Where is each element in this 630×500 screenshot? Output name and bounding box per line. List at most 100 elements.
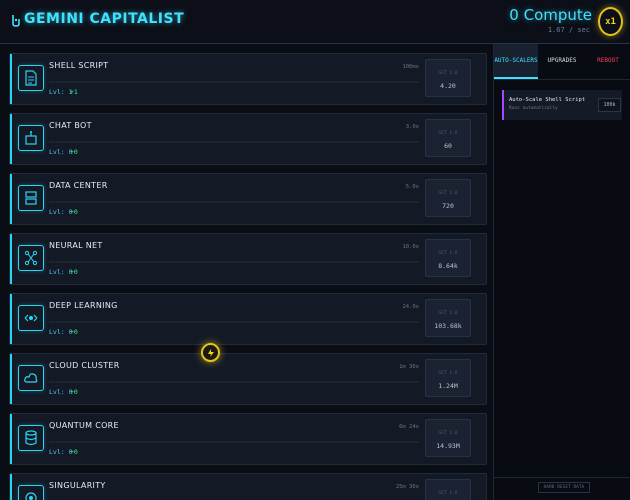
target-icon xyxy=(18,485,44,500)
generator-level: Lvl: 0 xyxy=(49,208,73,216)
buy-cost: 1.24M xyxy=(438,382,458,390)
logo-icon xyxy=(12,15,20,27)
generator-name: SHELL SCRIPT xyxy=(49,61,109,70)
generator-time: 10.0s xyxy=(402,244,419,250)
progress-bar xyxy=(49,201,419,203)
buy-multiplier-button[interactable]: x1 xyxy=(598,7,623,36)
generator-card-neural-net[interactable]: NEURAL NET 10.0s Lvl: 0 +0 GET 1.0 8.64k xyxy=(9,233,487,285)
generator-list: SHELL SCRIPT 100ms Lvl: 1 +1 GET 1.0 4.2… xyxy=(0,44,492,500)
upgrade-title: Auto-Scale Shell Script xyxy=(509,97,586,103)
generator-level-gain: +1 xyxy=(70,88,78,96)
generator-card-singularity[interactable]: SINGULARITY 25m 36s GET 1.0 xyxy=(9,473,487,500)
buy-cost: 103.68k xyxy=(434,322,462,330)
cloud-icon xyxy=(18,365,44,391)
sidebar: AUTO-SCALERS UPGRADES REBOOT Auto-Scale … xyxy=(493,44,630,500)
card-accent xyxy=(10,414,12,464)
buy-cost: 60 xyxy=(444,142,452,150)
card-accent xyxy=(10,234,12,284)
generator-level-gain: +0 xyxy=(70,208,78,216)
tab-reboot[interactable]: REBOOT xyxy=(586,44,630,77)
card-accent xyxy=(10,54,12,104)
robot-icon xyxy=(18,125,44,151)
card-accent xyxy=(10,474,12,500)
generator-level: Lvl: 0 xyxy=(49,268,73,276)
generator-name: CHAT BOT xyxy=(49,121,92,130)
buy-label: GET 1.0 xyxy=(438,311,458,316)
generator-level-gain: +0 xyxy=(70,388,78,396)
card-accent xyxy=(10,294,12,344)
document-icon xyxy=(18,65,44,91)
generator-level: Lvl: 0 xyxy=(49,328,73,336)
upgrade-card-auto-scale-shell-script[interactable]: Auto-Scale Shell Script Runs automatical… xyxy=(502,90,622,120)
progress-bar xyxy=(49,81,419,83)
generator-time: 100ms xyxy=(402,64,419,70)
generator-time: 5.0s xyxy=(405,184,419,190)
generator-level: Lvl: 1 xyxy=(49,88,73,96)
generator-level-gain: +0 xyxy=(70,328,78,336)
network-icon xyxy=(18,245,44,271)
generator-level-gain: +0 xyxy=(70,448,78,456)
tab-upgrades[interactable]: UPGRADES xyxy=(540,44,584,77)
card-accent xyxy=(10,114,12,164)
bonus-drop-icon[interactable] xyxy=(201,343,220,362)
buy-button[interactable]: GET 1.0 8.64k xyxy=(425,239,471,277)
buy-button[interactable]: GET 1.0 xyxy=(425,479,471,500)
generator-time: 1m 36s xyxy=(399,364,419,370)
buy-cost: 14.93M xyxy=(436,442,460,450)
upgrade-subtitle: Runs automatically xyxy=(509,106,558,111)
buy-label: GET 1.0 xyxy=(438,431,458,436)
generator-level-gain: +0 xyxy=(70,148,78,156)
footer-divider xyxy=(494,477,630,478)
buy-label: GET 1.0 xyxy=(438,131,458,136)
generator-time: 3.0s xyxy=(405,124,419,130)
tab-divider xyxy=(494,79,630,80)
generator-name: QUANTUM CORE xyxy=(49,421,119,430)
generator-name: DEEP LEARNING xyxy=(49,301,118,310)
buy-button[interactable]: GET 1.0 4.20 xyxy=(425,59,471,97)
compute-total: 0 Compute xyxy=(509,6,592,24)
app-title: GEMINI CAPITALIST xyxy=(24,11,185,27)
generator-time: 24.0s xyxy=(402,304,419,310)
buy-button[interactable]: GET 1.0 14.93M xyxy=(425,419,471,457)
progress-bar xyxy=(49,141,419,143)
buy-label: GET 1.0 xyxy=(438,71,458,76)
server-icon xyxy=(18,185,44,211)
buy-label: GET 1.0 xyxy=(438,191,458,196)
generator-name: DATA CENTER xyxy=(49,181,108,190)
buy-button[interactable]: GET 1.0 103.68k xyxy=(425,299,471,337)
buy-button[interactable]: GET 1.0 720 xyxy=(425,179,471,217)
buy-label: GET 1.0 xyxy=(438,491,458,496)
generator-name: CLOUD CLUSTER xyxy=(49,361,120,370)
generator-card-deep-learning[interactable]: DEEP LEARNING 24.0s Lvl: 0 +0 GET 1.0 10… xyxy=(9,293,487,345)
hard-reset-button[interactable]: HARD RESET DATA xyxy=(538,482,590,493)
generator-name: SINGULARITY xyxy=(49,481,106,490)
progress-bar xyxy=(49,321,419,323)
compute-rate: 1.67 / sec xyxy=(547,26,590,34)
buy-cost: 720 xyxy=(442,202,454,210)
buy-cost: 8.64k xyxy=(438,262,458,270)
generator-card-cloud-cluster[interactable]: CLOUD CLUSTER 1m 36s Lvl: 0 +0 GET 1.0 1… xyxy=(9,353,487,405)
database-icon xyxy=(18,425,44,451)
card-accent xyxy=(10,354,12,404)
card-accent xyxy=(10,174,12,224)
buy-button[interactable]: GET 1.0 60 xyxy=(425,119,471,157)
buy-label: GET 1.0 xyxy=(438,371,458,376)
generator-card-quantum-core[interactable]: QUANTUM CORE 6m 24s Lvl: 0 +0 GET 1.0 14… xyxy=(9,413,487,465)
buy-button[interactable]: GET 1.0 1.24M xyxy=(425,359,471,397)
brain-icon xyxy=(18,305,44,331)
generator-time: 25m 36s xyxy=(395,484,419,490)
header-bar: GEMINI CAPITALIST 0 Compute 1.67 / sec x… xyxy=(0,0,630,44)
generator-card-data-center[interactable]: DATA CENTER 5.0s Lvl: 0 +0 GET 1.0 720 xyxy=(9,173,487,225)
generator-card-shell-script[interactable]: SHELL SCRIPT 100ms Lvl: 1 +1 GET 1.0 4.2… xyxy=(9,53,487,105)
generator-card-chat-bot[interactable]: CHAT BOT 3.0s Lvl: 0 +0 GET 1.0 60 xyxy=(9,113,487,165)
progress-bar xyxy=(49,441,419,443)
buy-label: GET 1.0 xyxy=(438,251,458,256)
upgrade-buy-button[interactable]: 100k xyxy=(598,98,621,112)
generator-name: NEURAL NET xyxy=(49,241,103,250)
tab-auto-scalers[interactable]: AUTO-SCALERS xyxy=(494,44,538,79)
progress-bar xyxy=(49,261,419,263)
generator-level: Lvl: 0 xyxy=(49,148,73,156)
generator-level: Lvl: 0 xyxy=(49,388,73,396)
generator-time: 6m 24s xyxy=(399,424,419,430)
progress-bar xyxy=(49,381,419,383)
